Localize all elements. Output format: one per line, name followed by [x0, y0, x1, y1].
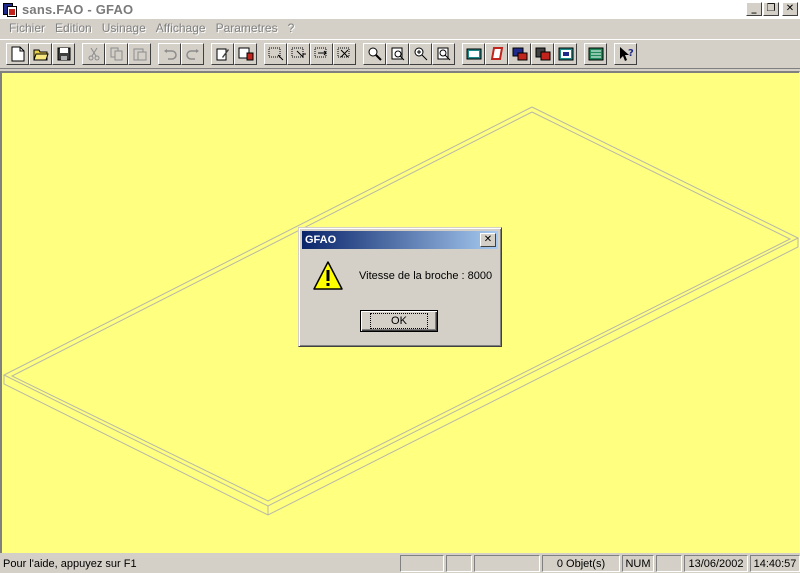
open-button[interactable] [29, 43, 52, 65]
status-date: 13/06/2002 [684, 555, 748, 572]
zoom-window-button[interactable] [386, 43, 409, 65]
svg-text:?: ? [628, 48, 634, 59]
select-delete-button[interactable] [333, 43, 356, 65]
paste-icon [133, 48, 146, 61]
app-icon[interactable] [2, 2, 18, 18]
warning-icon [312, 260, 344, 292]
menu-fichier[interactable]: Fichier [4, 21, 50, 35]
menu-edition[interactable]: Edition [50, 21, 97, 35]
cut-button[interactable] [82, 43, 105, 65]
new-file-button[interactable] [6, 43, 29, 65]
undo-button[interactable] [158, 43, 181, 65]
dialog-message: Vitesse de la broche : 8000 [359, 270, 493, 282]
dialog-title-bar: GFAO ✕ [302, 231, 498, 249]
help-pointer-button[interactable]: ? [614, 43, 637, 65]
view-top-button[interactable] [462, 43, 485, 65]
zoom-all-icon [437, 47, 450, 61]
machine-button[interactable] [508, 43, 531, 65]
window-controls: _ ❐ ✕ [745, 2, 798, 16]
zoom-in-icon [414, 47, 427, 61]
toolbar: ? [0, 39, 800, 69]
select-line-button[interactable] [310, 43, 333, 65]
properties-icon [238, 47, 253, 61]
edit-pencil-icon [216, 48, 229, 61]
cut-icon [88, 47, 99, 61]
select-point-icon [291, 47, 306, 59]
redo-icon [185, 49, 199, 60]
help-pointer-icon: ? [619, 47, 634, 61]
select-delete-icon [337, 47, 349, 58]
undo-icon [163, 49, 177, 60]
ok-button[interactable]: OK [360, 310, 438, 332]
ok-button-label: OK [370, 313, 428, 329]
copy-button[interactable] [105, 43, 128, 65]
select-box-button[interactable] [264, 43, 287, 65]
zoom-all-button[interactable] [432, 43, 455, 65]
close-button[interactable]: ✕ [782, 2, 798, 16]
status-pane-empty-4 [656, 555, 682, 572]
view-shape-icon [490, 47, 503, 60]
calculator-button[interactable] [584, 43, 607, 65]
save-machine-icon [535, 47, 550, 61]
menu-parametres[interactable]: Parametres [211, 21, 283, 35]
zoom-window-icon [391, 47, 404, 61]
select-box-icon [268, 47, 283, 61]
zoom-button[interactable] [363, 43, 386, 65]
new-file-icon [11, 46, 24, 62]
status-bar: Pour l'aide, appuyez sur F1 0 Objet(s) N… [0, 554, 800, 573]
save-machine-button[interactable] [531, 43, 554, 65]
title-bar: sans.FAO - GFAO _ ❐ ✕ [0, 0, 800, 19]
status-help-text: Pour l'aide, appuyez sur F1 [3, 557, 137, 570]
window-title: sans.FAO - GFAO [22, 2, 134, 17]
menu-bar: Fichier Edition Usinage Affichage Parame… [0, 19, 800, 37]
edit-button[interactable] [211, 43, 234, 65]
status-pane-empty-2 [446, 555, 472, 572]
copy-icon [110, 47, 122, 61]
properties-button[interactable] [234, 43, 257, 65]
message-dialog: GFAO ✕ Vitesse de la broche : 8000 OK [298, 227, 502, 347]
open-folder-icon [32, 49, 49, 61]
minimize-button[interactable]: _ [746, 2, 762, 16]
machine-icon [512, 47, 527, 61]
menu-affichage[interactable]: Affichage [151, 21, 211, 35]
zoom-in-button[interactable] [409, 43, 432, 65]
save-button[interactable] [52, 43, 75, 65]
status-pane-empty-1 [400, 555, 444, 572]
zoom-icon [368, 47, 382, 61]
dialog-close-button[interactable]: ✕ [480, 233, 496, 247]
redo-button[interactable] [181, 43, 204, 65]
select-point-button[interactable] [287, 43, 310, 65]
restore-button[interactable]: ❐ [763, 2, 779, 16]
calculator-icon [588, 47, 603, 61]
status-pane-empty-3 [474, 555, 540, 572]
menu-usinage[interactable]: Usinage [97, 21, 151, 35]
status-num-lock: NUM [622, 555, 654, 572]
display-button[interactable] [554, 43, 577, 65]
paste-button[interactable] [128, 43, 151, 65]
dialog-title: GFAO [305, 234, 337, 246]
view-shape-button[interactable] [485, 43, 508, 65]
menu-help[interactable]: ? [283, 21, 300, 35]
display-icon [558, 47, 573, 61]
status-time: 14:40:57 [750, 555, 800, 572]
view-top-icon [466, 48, 481, 60]
status-object-count: 0 Objet(s) [542, 555, 620, 572]
select-line-icon [314, 47, 327, 58]
save-icon [57, 47, 70, 61]
